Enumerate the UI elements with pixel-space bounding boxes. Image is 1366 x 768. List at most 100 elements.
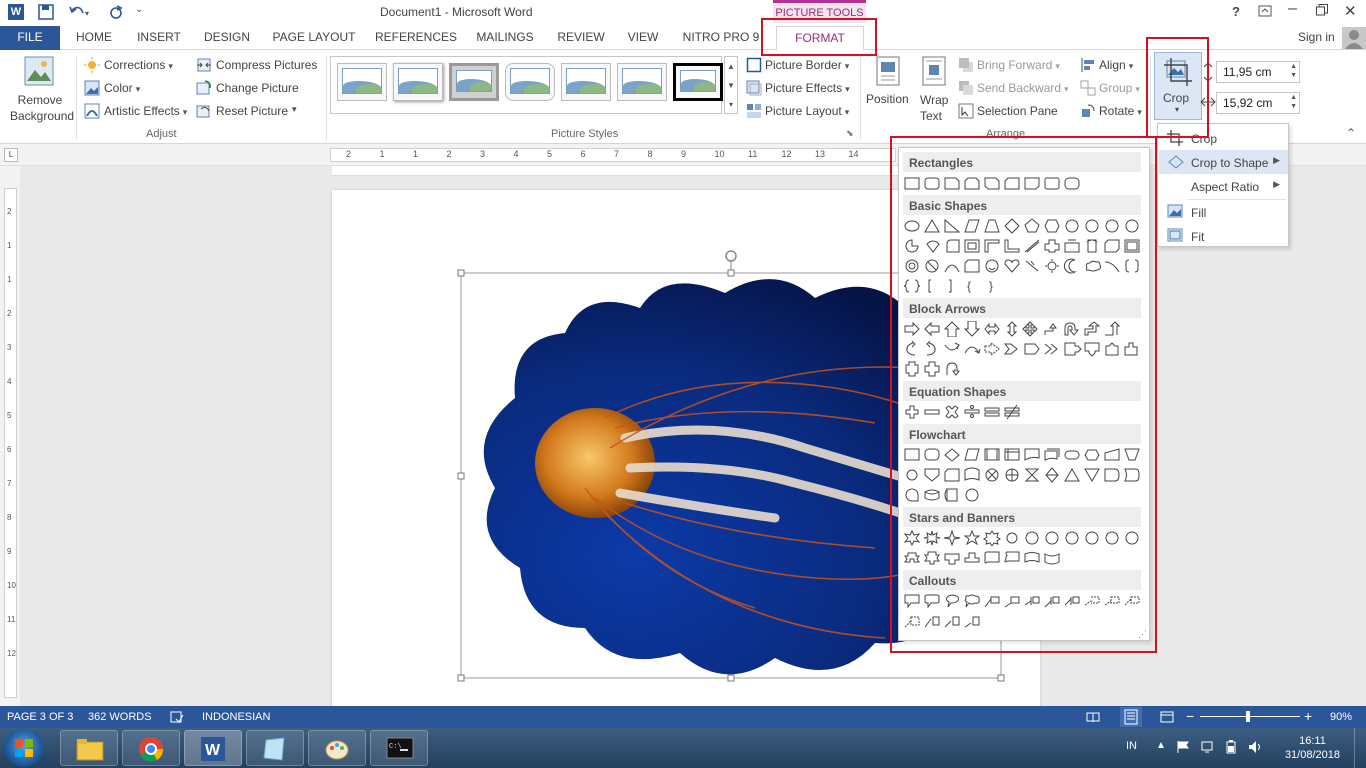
zoom-level[interactable]: 90% bbox=[1330, 711, 1352, 723]
height-up-icon[interactable]: ▲ bbox=[1290, 63, 1297, 70]
corrections-button[interactable]: Corrections bbox=[84, 56, 194, 74]
bring-forward-button[interactable]: Bring Forward bbox=[958, 56, 1074, 74]
crop-menu-item-crop[interactable]: Crop bbox=[1159, 126, 1288, 150]
send-backward-button[interactable]: Send Backward bbox=[958, 79, 1074, 97]
crop-button[interactable]: Crop ▾ bbox=[1154, 52, 1202, 120]
shape-row-stars-1[interactable] bbox=[903, 530, 1143, 548]
shape-row-callouts-1[interactable] bbox=[903, 593, 1143, 611]
taskbar-paint[interactable] bbox=[308, 730, 366, 766]
shape-row-callouts-2[interactable] bbox=[903, 613, 1143, 631]
picture-style-3[interactable] bbox=[449, 63, 499, 101]
input-language[interactable]: IN bbox=[1126, 740, 1137, 752]
tab-references[interactable]: REFERENCES bbox=[372, 26, 460, 50]
minimize-icon[interactable]: – bbox=[1288, 0, 1297, 18]
width-down-icon[interactable]: ▼ bbox=[1290, 103, 1297, 110]
shape-row-rectangles[interactable] bbox=[903, 176, 1143, 194]
tab-page-layout[interactable]: PAGE LAYOUT bbox=[268, 26, 360, 50]
taskbar-notes[interactable] bbox=[246, 730, 304, 766]
tab-view[interactable]: VIEW bbox=[620, 26, 666, 50]
tab-review[interactable]: REVIEW bbox=[552, 26, 610, 50]
remove-background-button[interactable]: Remove Background bbox=[6, 54, 74, 126]
picture-style-4[interactable] bbox=[505, 63, 555, 101]
crop-menu-item-fill[interactable]: Fill bbox=[1159, 200, 1288, 224]
zoom-slider-thumb[interactable] bbox=[1246, 711, 1250, 722]
shape-row-arrows-2[interactable] bbox=[903, 341, 1143, 359]
flag-icon[interactable] bbox=[1176, 740, 1190, 754]
resize-grip-icon[interactable]: ⋰ bbox=[1138, 629, 1147, 640]
battery-icon[interactable] bbox=[1224, 740, 1238, 754]
selection-pane-button[interactable]: Selection Pane bbox=[958, 102, 1074, 120]
reset-picture-dropdown-icon[interactable]: ▾ bbox=[292, 104, 297, 115]
sign-in-link[interactable]: Sign in bbox=[1298, 30, 1335, 44]
language-indicator[interactable]: INDONESIAN bbox=[202, 711, 270, 723]
zoom-slider[interactable] bbox=[1200, 716, 1300, 717]
tab-home[interactable]: HOME bbox=[66, 26, 122, 50]
picture-style-7[interactable] bbox=[673, 63, 723, 101]
show-desktop-button[interactable] bbox=[1354, 728, 1366, 768]
align-button[interactable]: Align bbox=[1080, 56, 1142, 74]
undo-icon[interactable]: ▾ bbox=[68, 4, 92, 20]
shape-height-spinner[interactable]: 11,95 cm ▲ ▼ bbox=[1216, 61, 1300, 83]
shape-row-flowchart-1[interactable] bbox=[903, 447, 1143, 465]
shape-row-basic-1[interactable] bbox=[903, 218, 1143, 236]
tab-file[interactable]: FILE bbox=[0, 26, 60, 50]
word-count[interactable]: 362 WORDS bbox=[88, 711, 152, 723]
ribbon-display-icon[interactable] bbox=[1258, 4, 1272, 18]
shape-row-basic-4[interactable]: {} bbox=[903, 278, 1143, 296]
position-button[interactable]: Position bbox=[866, 54, 910, 126]
collapse-ribbon-icon[interactable]: ⌃ bbox=[1346, 126, 1356, 140]
close-icon[interactable]: ✕ bbox=[1344, 2, 1357, 20]
artistic-effects-button[interactable]: Artistic Effects bbox=[84, 102, 194, 120]
show-hidden-icons[interactable]: ▲ bbox=[1156, 740, 1166, 751]
start-button[interactable] bbox=[4, 729, 44, 767]
volume-icon[interactable] bbox=[1248, 740, 1262, 754]
picture-style-2[interactable] bbox=[393, 63, 443, 101]
width-up-icon[interactable]: ▲ bbox=[1290, 94, 1297, 101]
taskbar-word[interactable]: W bbox=[184, 730, 242, 766]
wrap-text-button[interactable]: Wrap Text bbox=[914, 54, 954, 126]
read-mode-icon[interactable] bbox=[1086, 711, 1100, 723]
zoom-in-icon[interactable]: + bbox=[1304, 708, 1312, 724]
save-icon[interactable] bbox=[38, 4, 54, 20]
picture-effects-button[interactable]: Picture Effects bbox=[746, 79, 854, 97]
tab-selector-icon[interactable]: L bbox=[4, 148, 18, 162]
avatar[interactable] bbox=[1342, 27, 1366, 49]
color-button[interactable]: Color bbox=[84, 79, 164, 97]
proofing-icon[interactable] bbox=[170, 711, 184, 723]
tab-design[interactable]: DESIGN bbox=[198, 26, 256, 50]
shape-width-spinner[interactable]: 15,92 cm ▲ ▼ bbox=[1216, 92, 1300, 114]
picture-style-6[interactable] bbox=[617, 63, 667, 101]
page-count[interactable]: PAGE 3 OF 3 bbox=[7, 711, 73, 723]
compress-pictures-button[interactable]: Compress Pictures bbox=[196, 56, 320, 74]
taskbar-cmd[interactable]: C:\ bbox=[370, 730, 428, 766]
redo-icon[interactable] bbox=[108, 4, 124, 20]
tab-format[interactable]: FORMAT bbox=[776, 26, 864, 51]
rotate-button[interactable]: Rotate bbox=[1080, 102, 1144, 120]
shape-row-flowchart-2[interactable] bbox=[903, 467, 1143, 485]
height-down-icon[interactable]: ▼ bbox=[1290, 72, 1297, 79]
web-layout-icon[interactable] bbox=[1160, 711, 1174, 723]
shape-row-banners[interactable] bbox=[903, 550, 1143, 568]
taskbar-explorer[interactable] bbox=[60, 730, 118, 766]
print-layout-icon[interactable] bbox=[1120, 707, 1142, 727]
picture-style-5[interactable] bbox=[561, 63, 611, 101]
crop-menu-item-aspect-ratio[interactable]: Aspect Ratio ▶ bbox=[1159, 174, 1288, 198]
reset-picture-button[interactable]: Reset Picture ▾ bbox=[196, 102, 306, 120]
picture-styles-launcher-icon[interactable]: ⬊ bbox=[846, 128, 854, 139]
restore-icon[interactable] bbox=[1316, 4, 1328, 16]
shape-row-equation[interactable] bbox=[903, 404, 1143, 422]
shape-row-arrows-3[interactable] bbox=[903, 361, 1143, 379]
zoom-out-icon[interactable]: − bbox=[1186, 708, 1194, 724]
tab-nitro-pro[interactable]: NITRO PRO 9 bbox=[678, 26, 764, 50]
picture-style-1[interactable] bbox=[337, 63, 387, 101]
clock[interactable]: 16:11 31/08/2018 bbox=[1285, 734, 1340, 762]
gallery-scroll[interactable]: ▲ ▼ ▾ bbox=[724, 56, 738, 114]
change-picture-button[interactable]: Change Picture bbox=[196, 79, 306, 97]
taskbar-chrome[interactable] bbox=[122, 730, 180, 766]
customize-qat-icon[interactable]: ⌄ bbox=[135, 4, 143, 15]
shape-row-arrows-1[interactable] bbox=[903, 321, 1143, 339]
picture-layout-button[interactable]: Picture Layout bbox=[746, 102, 854, 120]
tab-mailings[interactable]: MAILINGS bbox=[470, 26, 540, 50]
group-button[interactable]: Group bbox=[1080, 79, 1142, 97]
shape-row-basic-3[interactable] bbox=[903, 258, 1143, 276]
